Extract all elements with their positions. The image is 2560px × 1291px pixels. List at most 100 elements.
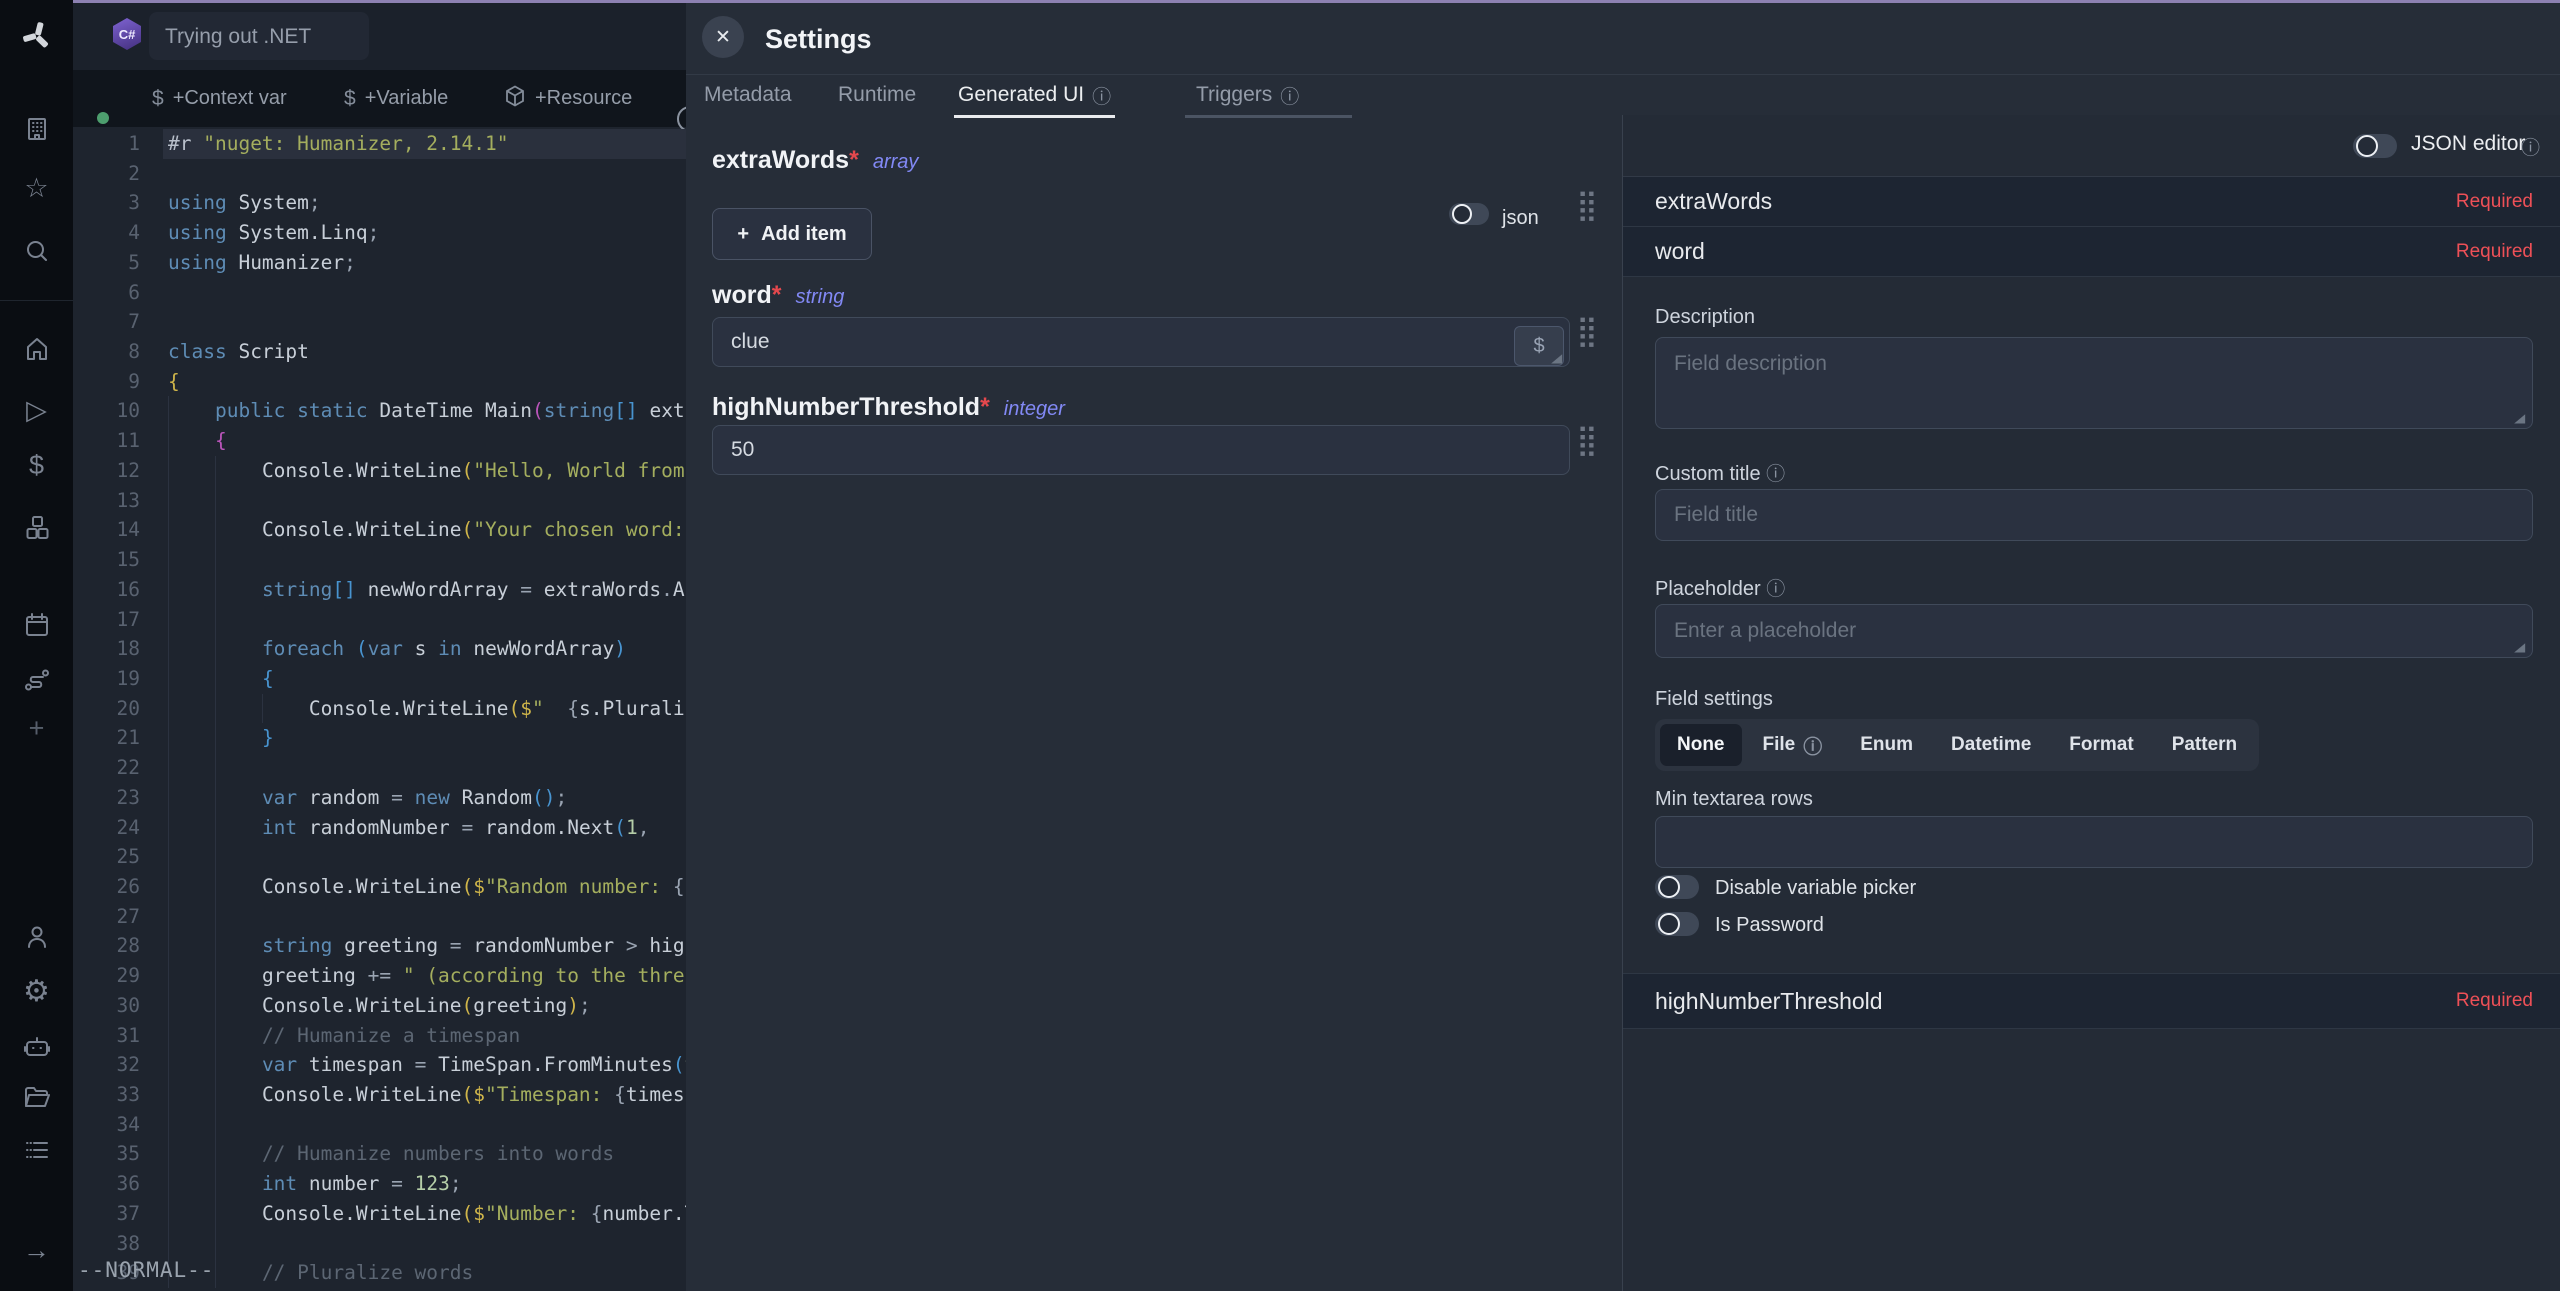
panel-row-extraWords[interactable]: extraWordsRequired	[1623, 177, 2560, 227]
code-line[interactable]: 26 Console.WriteLine($"Random number: {r…	[73, 872, 686, 902]
code-line[interactable]: 35 // Humanize numbers into words	[73, 1139, 686, 1169]
code-line[interactable]: 6	[73, 278, 686, 308]
field-setting-option-pattern[interactable]: Pattern	[2155, 724, 2254, 766]
json-editor-toggle[interactable]	[2353, 134, 2397, 158]
workers-robot-icon[interactable]	[0, 1024, 73, 1068]
line-number: 9	[73, 367, 163, 397]
add-variable-button[interactable]: $ +Variable	[344, 70, 448, 127]
code-editor[interactable]: 1#r "nuget: Humanizer, 2.14.1"23using Sy…	[73, 129, 686, 1288]
json-toggle[interactable]	[1449, 203, 1489, 225]
is-password-toggle[interactable]	[1655, 912, 1699, 936]
highNumberThreshold-input[interactable]	[712, 425, 1570, 475]
add-plus-icon[interactable]: +	[0, 706, 73, 750]
drag-handle-icon[interactable]: ⣿	[1576, 191, 1598, 221]
collapse-arrow-right-icon[interactable]: →	[0, 1228, 73, 1272]
resize-handle-icon[interactable]: ◢	[2514, 640, 2525, 654]
code-line[interactable]: 11 {	[73, 426, 686, 456]
code-line[interactable]: 16 string[] newWordArray = extraWords.Ap…	[73, 575, 686, 605]
drag-handle-icon[interactable]: ⣿	[1576, 317, 1598, 347]
home-icon[interactable]	[0, 327, 73, 371]
folders-icon[interactable]	[0, 1076, 73, 1120]
workspace-icon[interactable]	[0, 107, 73, 151]
description-textarea[interactable]	[1655, 337, 2533, 429]
tab-runtime[interactable]: Runtime	[834, 75, 920, 115]
close-icon[interactable]: ✕	[702, 16, 744, 58]
tab-generated-ui[interactable]: Generated UIⓘ	[954, 75, 1115, 118]
code-line[interactable]: 7	[73, 307, 686, 337]
panel-row-word[interactable]: wordRequired	[1623, 227, 2560, 277]
code-line[interactable]: 4using System.Linq;	[73, 218, 686, 248]
tab-metadata[interactable]: Metadata	[700, 75, 796, 115]
disable-variable-picker-toggle[interactable]	[1655, 875, 1699, 899]
variables-dollar-icon[interactable]: $	[0, 443, 73, 487]
users-person-icon[interactable]	[0, 915, 73, 959]
code-line[interactable]: 30 Console.WriteLine(greeting);	[73, 991, 686, 1021]
code-line[interactable]: 22	[73, 753, 686, 783]
add-resource-button[interactable]: +Resource	[504, 70, 632, 127]
code-line[interactable]: 8class Script	[73, 337, 686, 367]
code-line[interactable]: 9{	[73, 367, 686, 397]
code-line[interactable]: 27	[73, 902, 686, 932]
custom-title-input[interactable]	[1655, 489, 2533, 541]
code-line[interactable]: 34	[73, 1110, 686, 1140]
resize-handle-icon[interactable]: ◢	[2514, 411, 2525, 425]
info-icon[interactable]: ⓘ	[2521, 133, 2540, 160]
code-line[interactable]: 21 }	[73, 723, 686, 753]
word-input[interactable]	[712, 317, 1570, 367]
info-icon[interactable]: ⓘ	[1766, 579, 1785, 600]
json-editor-label: JSON editor	[2411, 132, 2525, 156]
field-setting-option-none[interactable]: None	[1660, 724, 1742, 766]
sidebar-divider	[0, 300, 73, 301]
drag-handle-icon[interactable]: ⣿	[1576, 426, 1598, 456]
code-line[interactable]: 33 Console.WriteLine($"Timespan: {timesp…	[73, 1080, 686, 1110]
code-line[interactable]: 28 string greeting = randomNumber > high…	[73, 931, 686, 961]
schedules-calendar-icon[interactable]	[0, 603, 73, 647]
code-line[interactable]: 18 foreach (var s in newWordArray)	[73, 634, 686, 664]
code-line[interactable]: 10 public static DateTime Main(string[] …	[73, 396, 686, 426]
field-type-tag: integer	[1004, 398, 1065, 420]
dollar-icon: $	[344, 87, 356, 111]
code-line[interactable]: 32 var timespan = TimeSpan.FromMinutes(9…	[73, 1050, 686, 1080]
code-line[interactable]: 19 {	[73, 664, 686, 694]
add-context-var-button[interactable]: $ +Context var	[152, 70, 287, 127]
panel-row-highNumberThreshold[interactable]: highNumberThresholdRequired	[1623, 973, 2560, 1029]
code-line[interactable]: 36 int number = 123;	[73, 1169, 686, 1199]
code-line[interactable]: 13	[73, 486, 686, 516]
runs-play-icon[interactable]: ▷	[0, 388, 73, 432]
placeholder-textarea[interactable]	[1655, 604, 2533, 658]
code-line[interactable]: 24 int randomNumber = random.Next(1,	[73, 813, 686, 843]
code-line[interactable]: 3using System;	[73, 188, 686, 218]
code-line[interactable]: 20 Console.WriteLine($" {s.Pluralize()}"…	[73, 694, 686, 724]
info-icon[interactable]: ⓘ	[1766, 464, 1785, 485]
field-setting-option-datetime[interactable]: Datetime	[1934, 724, 2048, 766]
logs-list-icon[interactable]	[0, 1128, 73, 1172]
favorites-star-icon[interactable]: ☆	[0, 166, 73, 210]
search-icon[interactable]	[0, 229, 73, 273]
field-setting-option-file[interactable]: Fileⓘ	[1746, 724, 1840, 766]
code-line[interactable]: 29 greeting += " (according to the thres…	[73, 961, 686, 991]
settings-gear-icon[interactable]: ⚙	[0, 970, 73, 1014]
code-line[interactable]: 17	[73, 605, 686, 635]
code-line[interactable]: 38	[73, 1229, 686, 1259]
code-line[interactable]: 37 Console.WriteLine($"Number: {number.T…	[73, 1199, 686, 1229]
code-line[interactable]: 14 Console.WriteLine("Your chosen word: …	[73, 515, 686, 545]
code-line[interactable]: 2	[73, 159, 686, 189]
tab-triggers[interactable]: Triggersⓘ	[1192, 75, 1303, 115]
code-line[interactable]: 5using Humanizer;	[73, 248, 686, 278]
code-line[interactable]: 1#r "nuget: Humanizer, 2.14.1"	[73, 129, 686, 159]
field-setting-option-enum[interactable]: Enum	[1843, 724, 1930, 766]
windmill-logo-icon[interactable]	[0, 14, 73, 58]
code-line[interactable]: 31 // Humanize a timespan	[73, 1021, 686, 1051]
resize-handle-icon[interactable]: ◢	[1551, 351, 1562, 365]
code-line[interactable]: 12 Console.WriteLine("Hello, World from …	[73, 456, 686, 486]
field-settings-label: Field settings	[1655, 688, 1773, 711]
code-line[interactable]: 25	[73, 842, 686, 872]
field-setting-option-format[interactable]: Format	[2052, 724, 2150, 766]
flows-route-icon[interactable]	[0, 658, 73, 702]
script-title[interactable]: Trying out .NET	[165, 25, 311, 49]
code-line[interactable]: 23 var random = new Random();	[73, 783, 686, 813]
code-line[interactable]: 15	[73, 545, 686, 575]
resources-cubes-icon[interactable]	[0, 506, 73, 550]
min-textarea-rows-input[interactable]	[1655, 816, 2533, 868]
add-item-button[interactable]: + Add item	[712, 208, 872, 260]
